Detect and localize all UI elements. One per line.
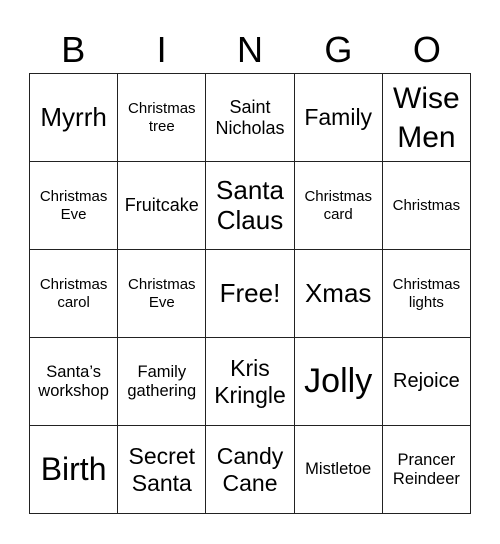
bingo-cell[interactable]: Jolly bbox=[293, 337, 382, 425]
header-letter-g: G bbox=[324, 29, 353, 70]
header-letter-i: I bbox=[156, 29, 167, 70]
cell-text: Kris Kringle bbox=[214, 355, 286, 408]
cell-text: Christmas Eve bbox=[39, 188, 108, 223]
free-space-text: Free! bbox=[219, 277, 281, 308]
cell-text: Xmas bbox=[304, 277, 372, 308]
cell-text: Family bbox=[304, 104, 373, 131]
bingo-cell[interactable]: Christmas carol bbox=[29, 249, 118, 337]
bingo-header: B I N G O bbox=[29, 28, 471, 72]
bingo-cell[interactable]: Family bbox=[293, 73, 382, 161]
bingo-grid: Myrrh Christmas tree Saint Nicholas Fami… bbox=[29, 73, 471, 514]
bingo-cell[interactable]: Candy Cane bbox=[205, 425, 294, 513]
cell-text: Fruitcake bbox=[124, 195, 199, 216]
cell-text: Christmas carol bbox=[39, 276, 108, 311]
bingo-cell[interactable]: Prancer Reindeer bbox=[381, 425, 470, 513]
bingo-cell[interactable]: Rejoice bbox=[381, 337, 470, 425]
bingo-cell[interactable]: Christmas tree bbox=[117, 73, 206, 161]
bingo-cell[interactable]: Christmas bbox=[381, 161, 470, 249]
cell-text: Jolly bbox=[304, 361, 373, 400]
bingo-cell[interactable]: Myrrh bbox=[29, 73, 118, 161]
cell-text: Christmas lights bbox=[392, 276, 461, 311]
header-letter-n: N bbox=[237, 29, 264, 70]
cell-text: Family gathering bbox=[127, 362, 197, 400]
header-letter-o: O bbox=[412, 29, 441, 70]
cell-text: Prancer Reindeer bbox=[392, 450, 460, 488]
bingo-cell[interactable]: Santa’s workshop bbox=[29, 337, 118, 425]
bingo-cell[interactable]: Saint Nicholas bbox=[205, 73, 294, 161]
bingo-cell[interactable]: Santa Claus bbox=[205, 161, 294, 249]
cell-text: Saint Nicholas bbox=[215, 96, 285, 138]
bingo-cell[interactable]: Wise Men bbox=[381, 73, 470, 161]
bingo-cell[interactable]: Mistletoe bbox=[293, 425, 382, 513]
cell-text: Birth bbox=[40, 451, 107, 488]
bingo-cell[interactable]: Kris Kringle bbox=[205, 337, 294, 425]
bingo-cell[interactable]: Birth bbox=[29, 425, 118, 513]
bingo-cell[interactable]: Xmas bbox=[293, 249, 382, 337]
header-letter-b: B bbox=[61, 29, 86, 70]
cell-text: Myrrh bbox=[40, 101, 107, 132]
bingo-cell[interactable]: Christmas card bbox=[293, 161, 382, 249]
bingo-cell[interactable]: Christmas lights bbox=[381, 249, 470, 337]
cell-text: Mistletoe bbox=[305, 460, 372, 479]
cell-text: Secret Santa bbox=[128, 443, 196, 496]
cell-text: Christmas tree bbox=[128, 100, 196, 135]
cell-text: Christmas bbox=[392, 196, 461, 214]
cell-text: Santa Claus bbox=[216, 174, 284, 235]
cell-text: Candy Cane bbox=[216, 443, 284, 496]
cell-text: Rejoice bbox=[393, 370, 460, 392]
bingo-cell[interactable]: Secret Santa bbox=[117, 425, 206, 513]
free-space-cell[interactable]: Free! bbox=[205, 249, 294, 337]
cell-text: Christmas Eve bbox=[128, 276, 196, 311]
cell-text: Santa’s workshop bbox=[38, 362, 109, 400]
bingo-cell[interactable]: Fruitcake bbox=[117, 161, 206, 249]
cell-text: Wise Men bbox=[393, 81, 460, 154]
cell-text: Christmas card bbox=[304, 188, 372, 223]
bingo-cell[interactable]: Christmas Eve bbox=[117, 249, 206, 337]
bingo-cell[interactable]: Family gathering bbox=[117, 337, 206, 425]
bingo-cell[interactable]: Christmas Eve bbox=[29, 161, 118, 249]
